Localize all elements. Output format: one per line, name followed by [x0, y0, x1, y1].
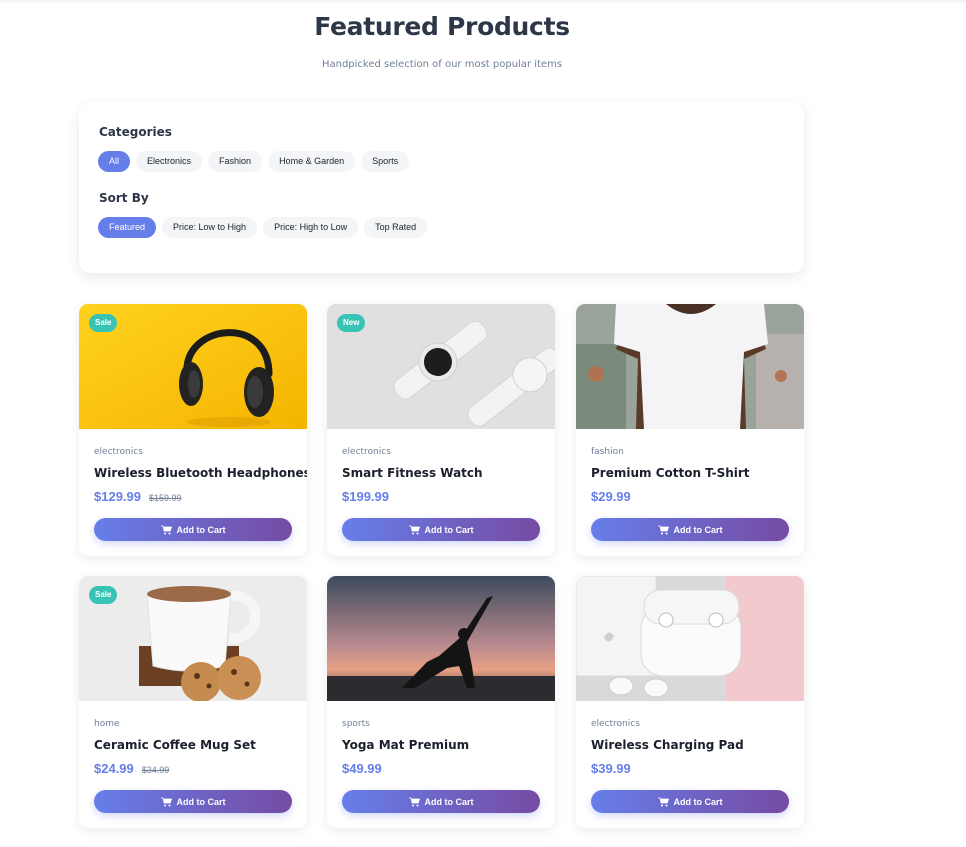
filter-panel: Categories All Electronics Fashion Home …	[79, 102, 804, 273]
earbuds-photo	[576, 576, 804, 701]
sort-chip-price-low-high[interactable]: Price: Low to High	[162, 217, 258, 238]
shopping-cart-icon	[160, 797, 172, 806]
product-price: $24.99	[94, 761, 134, 776]
category-chip-electronics[interactable]: Electronics	[136, 151, 203, 172]
product-image[interactable]: New	[327, 304, 555, 429]
product-card[interactable]: Sale electronics Wireless Bluetooth Head…	[79, 304, 307, 556]
add-to-cart-label: Add to Cart	[673, 524, 723, 535]
categories-heading: Categories	[99, 125, 172, 139]
yoga-photo	[327, 576, 555, 701]
add-to-cart-button[interactable]: Add to Cart	[94, 518, 292, 541]
product-card[interactable]: Sale home Ceramic Coffee Mug Set $24.99 …	[79, 576, 307, 828]
add-to-cart-button[interactable]: Add to Cart	[94, 790, 292, 813]
product-name[interactable]: Yoga Mat Premium	[342, 738, 469, 752]
product-image[interactable]: Sale	[79, 304, 307, 429]
original-price: $34.99	[141, 765, 170, 775]
add-to-cart-label: Add to Cart	[424, 796, 474, 807]
original-price: $159.99	[149, 493, 182, 503]
product-price: $49.99	[342, 761, 382, 776]
product-category: sports	[342, 719, 370, 729]
sort-chip-featured[interactable]: Featured	[98, 217, 157, 238]
category-chip-sports[interactable]: Sports	[361, 151, 410, 172]
shopping-cart-icon	[160, 525, 172, 534]
shopping-cart-icon	[408, 525, 420, 534]
sort-chip-top-rated[interactable]: Top Rated	[364, 217, 428, 238]
product-image[interactable]	[576, 304, 804, 429]
product-image[interactable]	[576, 576, 804, 701]
product-name[interactable]: Wireless Charging Pad	[591, 738, 744, 752]
price-line: $39.99	[591, 761, 631, 776]
price-line: $199.99	[342, 489, 389, 504]
page-subtitle: Handpicked selection of our most popular…	[321, 59, 563, 70]
add-to-cart-button[interactable]: Add to Cart	[591, 518, 789, 541]
add-to-cart-label: Add to Cart	[673, 796, 723, 807]
product-price: $199.99	[342, 489, 389, 504]
top-shadow-bar	[0, 0, 966, 4]
page-title: Featured Products	[314, 12, 570, 41]
product-category: fashion	[591, 447, 624, 457]
category-chip-fashion[interactable]: Fashion	[208, 151, 263, 172]
sale-badge: Sale	[89, 314, 118, 332]
product-card[interactable]: New electronics Smart Fitness Watch $199…	[327, 304, 555, 556]
price-line: $29.99	[591, 489, 631, 504]
product-price: $29.99	[591, 489, 631, 504]
category-chip-all[interactable]: All	[98, 151, 131, 172]
product-name[interactable]: Premium Cotton T-Shirt	[591, 466, 750, 480]
sort-option-group: Featured Price: Low to High Price: High …	[98, 217, 428, 238]
tshirt-photo	[576, 304, 804, 429]
product-name[interactable]: Wireless Bluetooth Headphones	[94, 466, 307, 480]
add-to-cart-button[interactable]: Add to Cart	[342, 518, 540, 541]
category-filter-group: All Electronics Fashion Home & Garden Sp…	[98, 151, 410, 172]
product-image[interactable]: Sale	[79, 576, 307, 701]
shopping-cart-icon	[657, 525, 669, 534]
product-price: $39.99	[591, 761, 631, 776]
add-to-cart-button[interactable]: Add to Cart	[591, 790, 789, 813]
add-to-cart-label: Add to Cart	[176, 524, 226, 535]
price-line: $49.99	[342, 761, 382, 776]
price-line: $129.99 $159.99	[94, 489, 182, 504]
product-category: home	[94, 719, 120, 729]
product-card[interactable]: fashion Premium Cotton T-Shirt $29.99 Ad…	[576, 304, 804, 556]
product-category: electronics	[342, 447, 391, 457]
sort-chip-price-high-low[interactable]: Price: High to Low	[263, 217, 359, 238]
add-to-cart-button[interactable]: Add to Cart	[342, 790, 540, 813]
sort-heading: Sort By	[99, 191, 149, 205]
product-image[interactable]	[327, 576, 555, 701]
new-badge: New	[337, 314, 366, 332]
product-card[interactable]: sports Yoga Mat Premium $49.99 Add to Ca…	[327, 576, 555, 828]
add-to-cart-label: Add to Cart	[424, 524, 474, 535]
shopping-cart-icon	[657, 797, 669, 806]
price-line: $24.99 $34.99	[94, 761, 169, 776]
product-card[interactable]: electronics Wireless Charging Pad $39.99…	[576, 576, 804, 828]
add-to-cart-label: Add to Cart	[176, 796, 226, 807]
category-chip-home-garden[interactable]: Home & Garden	[268, 151, 356, 172]
sale-badge: Sale	[89, 586, 118, 604]
product-name[interactable]: Ceramic Coffee Mug Set	[94, 738, 256, 752]
product-price: $129.99	[94, 489, 141, 504]
shopping-cart-icon	[408, 797, 420, 806]
product-name[interactable]: Smart Fitness Watch	[342, 466, 483, 480]
product-category: electronics	[94, 447, 143, 457]
product-category: electronics	[591, 719, 640, 729]
